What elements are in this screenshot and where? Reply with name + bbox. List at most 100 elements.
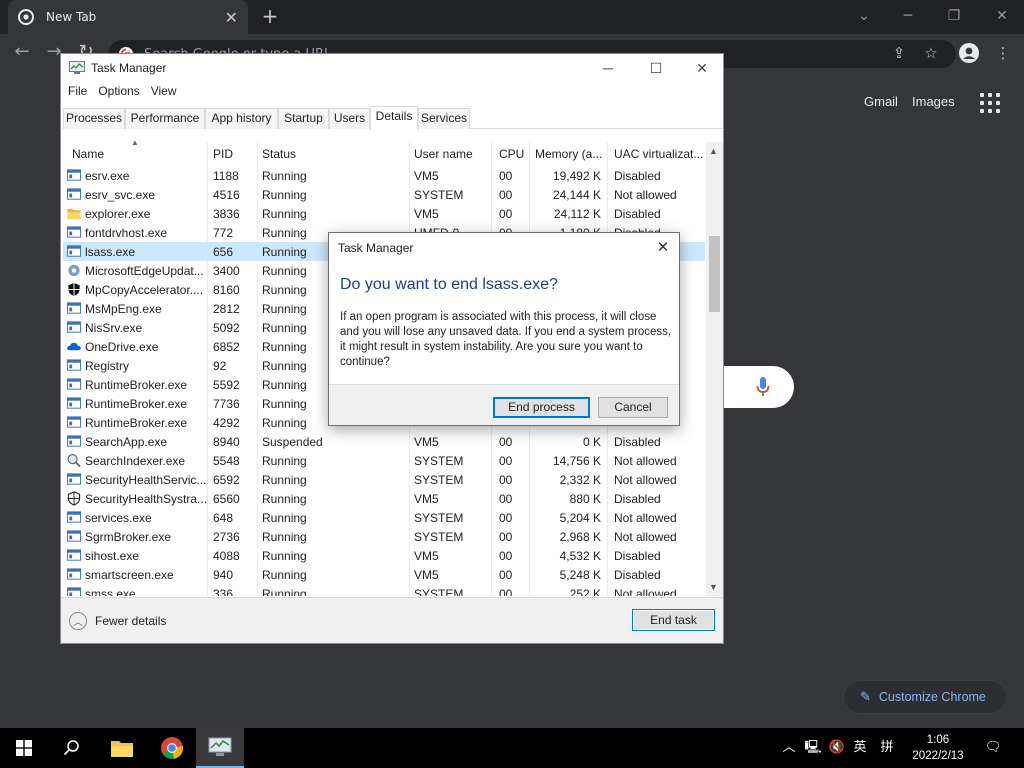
table-row[interactable]: SearchApp.exe 8940 Suspended VM5 00 0 K Disabl…: [63, 432, 705, 451]
cell-user-name: SYSTEM: [414, 511, 464, 525]
notification-center-icon[interactable]: 🗨: [978, 728, 1008, 768]
details-vertical-scrollbar[interactable]: ▲ ▼: [706, 142, 723, 596]
cell-memory: 24,144 K: [552, 188, 601, 202]
clock-date: 2022/2/13: [912, 750, 964, 762]
col-header-pid[interactable]: PID: [213, 147, 253, 161]
table-row[interactable]: esrv.exe 1188 Running VM5 00 19,492 K Disabled: [63, 166, 705, 185]
table-row[interactable]: SearchIndexer.exe 5548 Running SYSTEM 00 14,7…: [63, 451, 705, 470]
taskbar-task-manager[interactable]: [196, 728, 244, 768]
ime-mode-indicator[interactable]: 拼: [876, 728, 898, 768]
tab-performance[interactable]: Performance: [125, 108, 205, 129]
tm-minimize-icon[interactable]: ─: [593, 58, 623, 78]
table-row[interactable]: smss.exe 336 Running SYSTEM 00 252 K Not allow…: [63, 584, 705, 596]
cell-name: RuntimeBroker.exe: [85, 378, 188, 392]
table-row[interactable]: explorer.exe 3836 Running VM5 00 24,112 K Disa…: [63, 204, 705, 223]
taskbar-search-button[interactable]: [48, 728, 96, 768]
customize-chrome-button[interactable]: ✎ Customize Chrome: [843, 680, 1007, 714]
tab-startup[interactable]: Startup: [278, 108, 329, 129]
ime-language-indicator[interactable]: 英: [850, 728, 870, 768]
images-link[interactable]: Images: [912, 94, 955, 109]
fewer-details-button[interactable]: ︿ Fewer details: [69, 612, 166, 630]
table-row[interactable]: esrv_svc.exe 4516 Running SYSTEM 00 24,144 K N…: [63, 185, 705, 204]
taskbar-chrome[interactable]: [148, 728, 196, 768]
tab-close-icon[interactable]: ✕: [225, 8, 238, 27]
app-window-icon: [66, 587, 82, 596]
folder-icon: [67, 208, 81, 220]
tab-users[interactable]: Users: [329, 108, 370, 129]
bookmark-star-icon[interactable]: ☆: [920, 42, 942, 64]
volume-muted-icon[interactable]: 🔇: [826, 728, 848, 768]
cancel-button[interactable]: Cancel: [598, 397, 668, 418]
tab-processes[interactable]: Processes: [63, 108, 125, 129]
cell-pid: 5548: [213, 454, 240, 468]
tab-services[interactable]: Services: [418, 108, 470, 129]
table-row[interactable]: services.exe 648 Running SYSTEM 00 5,204 K Not…: [63, 508, 705, 527]
back-arrow-icon[interactable]: ←: [10, 40, 34, 64]
share-icon[interactable]: ⇪: [888, 42, 910, 64]
scroll-up-arrow-icon[interactable]: ▲: [709, 146, 718, 156]
new-tab-button[interactable]: +: [258, 4, 282, 28]
browser-tab-title: New Tab: [46, 10, 97, 24]
tab-details[interactable]: Details: [370, 106, 418, 130]
browser-close-icon[interactable]: ✕: [984, 4, 1020, 28]
dialog-close-icon[interactable]: ✕: [649, 236, 677, 260]
microphone-icon[interactable]: [755, 376, 771, 398]
cell-uac: Disabled: [614, 568, 661, 582]
table-row[interactable]: SecurityHealthSystra... 6560 Running VM5 00 8…: [63, 489, 705, 508]
end-process-button[interactable]: End process: [493, 397, 590, 418]
menu-file[interactable]: File: [68, 84, 87, 104]
col-header-memory[interactable]: Memory (a...: [535, 147, 607, 161]
cell-memory: 14,756 K: [552, 454, 601, 468]
scrollbar-thumb[interactable]: [709, 236, 720, 312]
app-window-icon: [66, 530, 82, 542]
col-header-status[interactable]: Status: [262, 147, 402, 161]
show-hidden-icons-chevron-icon[interactable]: ︿: [780, 728, 798, 768]
table-row[interactable]: smartscreen.exe 940 Running VM5 00 5,248 K Dis…: [63, 565, 705, 584]
start-button[interactable]: [0, 728, 48, 768]
cell-uac: Disabled: [614, 169, 661, 183]
kebab-menu-icon[interactable]: ⋮: [992, 42, 1014, 64]
end-task-button[interactable]: End task: [632, 609, 715, 631]
menu-options[interactable]: Options: [98, 84, 139, 104]
app-window-icon: [66, 549, 82, 561]
browser-minimize-icon[interactable]: ─: [890, 4, 926, 28]
tab-app-history[interactable]: App history: [205, 108, 278, 129]
app-window-icon: [66, 169, 82, 181]
cell-user-name: VM5: [414, 492, 439, 506]
cell-uac: Not allowed: [614, 587, 677, 596]
app-window-icon: [66, 473, 82, 485]
menu-view[interactable]: View: [151, 84, 177, 104]
table-row[interactable]: SecurityHealthServic... 6592 Running SYSTEM…: [63, 470, 705, 489]
scroll-down-arrow-icon[interactable]: ▼: [709, 582, 718, 592]
cell-uac: Not allowed: [614, 530, 677, 544]
table-row[interactable]: sihost.exe 4088 Running VM5 00 4,532 K Disable…: [63, 546, 705, 565]
cell-status: Running: [262, 473, 307, 487]
col-header-uac[interactable]: UAC virtualizat...: [614, 147, 704, 161]
cell-pid: 648: [213, 511, 234, 525]
profile-icon[interactable]: [959, 43, 979, 63]
cell-pid: 940: [213, 568, 234, 582]
col-header-user-name[interactable]: User name: [414, 147, 490, 161]
app-window-icon: [66, 188, 82, 200]
gmail-link[interactable]: Gmail: [864, 94, 898, 109]
apps-grid-icon[interactable]: [980, 93, 1000, 113]
task-manager-titlebar[interactable]: Task Manager ─ ☐ ✕: [61, 54, 723, 82]
col-header-name[interactable]: Name: [72, 147, 202, 161]
tm-maximize-icon[interactable]: ☐: [641, 58, 671, 78]
tm-close-icon[interactable]: ✕: [687, 58, 717, 78]
dialog-button-bar: End process Cancel: [329, 384, 679, 425]
network-icon[interactable]: 🖳: [802, 728, 824, 768]
pencil-icon: ✎: [860, 689, 871, 704]
cell-user-name: SYSTEM: [414, 473, 464, 487]
cell-memory: 5,204 K: [559, 511, 601, 525]
cell-cpu: 00: [499, 587, 513, 596]
col-header-cpu[interactable]: CPU: [499, 147, 529, 161]
taskbar-file-explorer[interactable]: [98, 728, 146, 768]
cell-memory: 4,532 K: [559, 549, 601, 563]
browser-restore-icon[interactable]: ❐: [936, 4, 972, 28]
end-process-dialog: Task Manager ✕ Do you want to end lsass.…: [328, 232, 680, 426]
table-row[interactable]: SgrmBroker.exe 2736 Running SYSTEM 00 2,968 K…: [63, 527, 705, 546]
tab-search-icon[interactable]: ⌄: [846, 4, 882, 28]
taskbar-clock[interactable]: 1:06 2022/2/13: [900, 732, 976, 764]
browser-tab-new-tab[interactable]: New Tab ✕: [8, 0, 248, 34]
